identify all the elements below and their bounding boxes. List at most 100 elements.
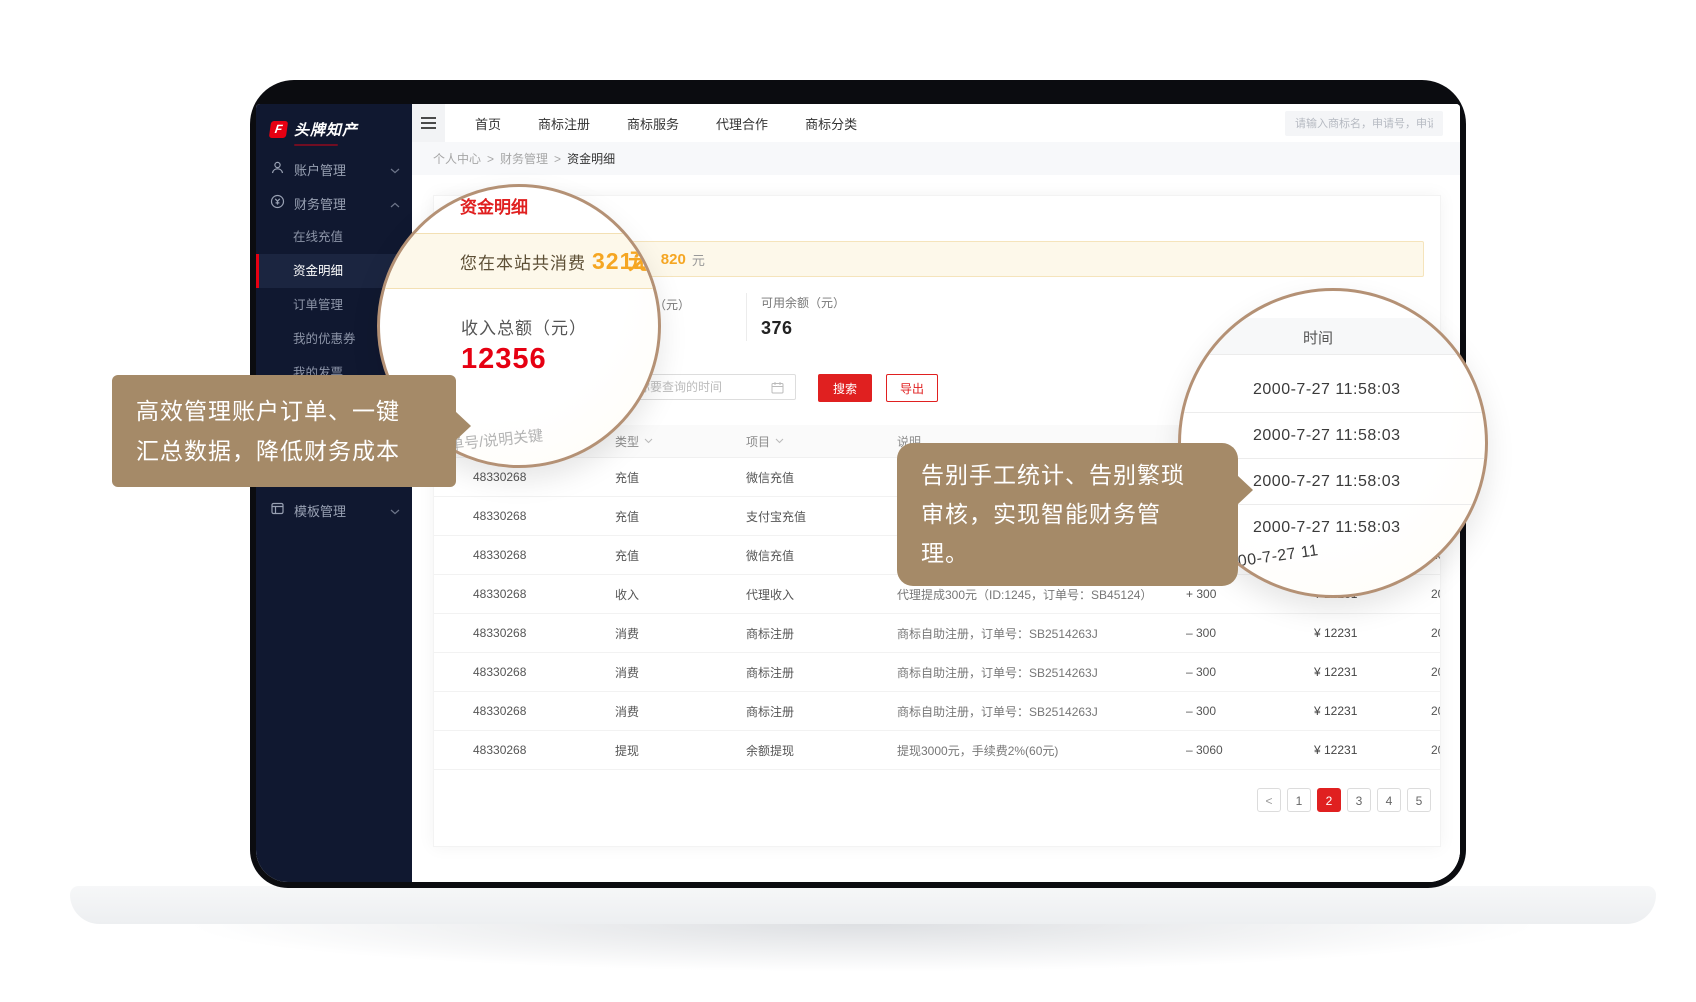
cell-project: 余额提现 [746, 742, 897, 759]
callout-left: 高效管理账户订单、一键 汇总数据，降低财务成本 [112, 375, 456, 487]
cell-order: 48330268 [473, 548, 615, 562]
callout-right: 告别手工统计、告别繁琐 审核，实现智能财务管 理。 [897, 443, 1238, 586]
callout-line: 理。 [921, 534, 1214, 573]
sidebar-item-template[interactable]: 模板管理 [256, 493, 412, 527]
cell-order: 48330268 [473, 704, 615, 718]
cell-balance: ¥ 12231 [1314, 743, 1431, 757]
col-header-label: 项目 [746, 433, 770, 450]
magnified-income-value: 12356 [461, 343, 547, 376]
cell-amount: – 3060 [1186, 743, 1314, 757]
export-button[interactable]: 导出 [886, 374, 938, 402]
callout-line: 高效管理账户订单、一键 [136, 391, 432, 431]
nav-tab-agent[interactable]: 代理合作 [716, 114, 768, 133]
logo-subline [294, 144, 338, 146]
pagination-page-5[interactable]: 5 [1407, 788, 1431, 812]
cell-project: 商标注册 [746, 664, 897, 681]
trademark-search-input[interactable] [1285, 111, 1443, 136]
breadcrumb: 个人中心 > 财务管理 > 资金明细 [412, 142, 1460, 175]
nav-tab-classification[interactable]: 商标分类 [805, 114, 857, 133]
cell-type: 充值 [615, 508, 746, 525]
table-row: 48330268 消费 商标注册 商标自助注册，订单号：SB2514263J –… [434, 614, 1440, 653]
cell-project: 商标注册 [746, 703, 897, 720]
magnified-time-cell: 2000-7-27 11:58:03 [1181, 367, 1485, 413]
cell-time: 2000-7-27 11:58:03 [1431, 665, 1441, 679]
sidebar-item-label: 财务管理 [294, 194, 381, 213]
template-icon [270, 501, 285, 519]
stat-balance: 可用余额（元） 376 [761, 294, 845, 339]
cell-type: 提现 [615, 742, 746, 759]
col-header-type-sortable[interactable]: 类型 [615, 433, 746, 450]
cell-time: 2000-7-27 11:58:03 [1431, 587, 1441, 601]
callout-line: 告别手工统计、告别繁琐 [921, 456, 1214, 495]
logo: F 头牌知产 [256, 104, 412, 142]
cell-project: 支付宝充值 [746, 508, 897, 525]
cell-desc: 商标自助注册，订单号：SB2514263J [897, 703, 1186, 720]
search-button[interactable]: 搜索 [818, 374, 872, 402]
cell-type: 消费 [615, 703, 746, 720]
cell-time: 2000-7-27 11:58:03 [1431, 743, 1441, 757]
chevron-down-icon [390, 162, 400, 177]
cell-desc: 商标自助注册，订单号：SB2514263J [897, 664, 1186, 681]
cell-order: 48330268 [473, 743, 615, 757]
pagination: < 1 2 3 4 5 [1257, 788, 1431, 812]
hamburger-menu-icon[interactable] [412, 104, 445, 142]
stat-value: 376 [761, 318, 845, 339]
sort-chevron-icon [644, 438, 653, 444]
col-header-project-sortable[interactable]: 项目 [746, 433, 897, 450]
cell-project: 商标注册 [746, 625, 897, 642]
cell-order: 48330268 [473, 470, 615, 484]
pagination-page-2-active[interactable]: 2 [1317, 788, 1341, 812]
logo-icon: F [269, 121, 288, 138]
cell-order: 48330268 [473, 509, 615, 523]
page: F 头牌知产 账户管理 [0, 0, 1696, 1002]
breadcrumb-personal-center[interactable]: 个人中心 [433, 150, 481, 167]
cell-project: 代理收入 [746, 586, 897, 603]
breadcrumb-finance[interactable]: 财务管理 [500, 150, 548, 167]
cell-type: 消费 [615, 664, 746, 681]
sidebar-item-account[interactable]: 账户管理 [256, 152, 412, 186]
magnified-income-label: 收入总额（元） [461, 314, 587, 339]
callout-line: 汇总数据，降低财务成本 [136, 431, 432, 471]
sort-chevron-icon [775, 438, 784, 444]
nav-tab-home[interactable]: 首页 [475, 114, 501, 133]
nav-tab-trademark-service[interactable]: 商标服务 [627, 114, 679, 133]
stat-divider [746, 293, 747, 341]
cell-desc: 商标自助注册，订单号：SB2514263J [897, 625, 1186, 642]
cell-order: 48330268 [473, 587, 615, 601]
cell-balance: ¥ 12231 [1314, 704, 1431, 718]
finance-icon [270, 194, 285, 212]
cell-type: 充值 [615, 547, 746, 564]
cell-project: 微信充值 [746, 547, 897, 564]
laptop-base [70, 886, 1656, 924]
banner-amount-2: 820 [661, 251, 686, 268]
cell-project: 微信充值 [746, 469, 897, 486]
sidebar: F 头牌知产 账户管理 [256, 104, 412, 882]
nav-tabs: 首页 商标注册 商标服务 代理合作 商标分类 [475, 114, 857, 133]
stat-label: 可用余额（元） [761, 294, 845, 311]
calendar-icon[interactable] [771, 381, 784, 399]
sidebar-item-finance[interactable]: 财务管理 [256, 186, 412, 220]
breadcrumb-separator: > [554, 152, 561, 166]
sidebar-item-label: 账户管理 [294, 160, 381, 179]
pagination-page-3[interactable]: 3 [1347, 788, 1371, 812]
cell-desc: 提现3000元，手续费2%(60元) [897, 742, 1186, 759]
pagination-page-4[interactable]: 4 [1377, 788, 1401, 812]
magnified-time-header-band: 时间 [1181, 318, 1485, 355]
table-row: 48330268 消费 商标注册 商标自助注册，订单号：SB2514263J –… [434, 653, 1440, 692]
cell-time: 2000-7-27 11:58:03 [1431, 626, 1441, 640]
magnified-banner: 您在本站共消费32124 元 [377, 233, 661, 289]
table-row: 48330268 消费 商标注册 商标自助注册，订单号：SB2514263J –… [434, 692, 1440, 731]
cell-balance: ¥ 12231 [1314, 626, 1431, 640]
pagination-page-1[interactable]: 1 [1287, 788, 1311, 812]
breadcrumb-separator: > [487, 152, 494, 166]
pagination-prev[interactable]: < [1257, 788, 1281, 812]
cell-type: 收入 [615, 586, 746, 603]
cell-order: 48330268 [473, 665, 615, 679]
magnified-time-header: 时间 [1303, 327, 1333, 348]
cell-type: 充值 [615, 469, 746, 486]
top-navbar: 首页 商标注册 商标服务 代理合作 商标分类 [412, 104, 1460, 142]
nav-tab-trademark-register[interactable]: 商标注册 [538, 114, 590, 133]
cell-amount: – 300 [1186, 665, 1314, 679]
cell-time: 2000-7-27 11:58:03 [1431, 704, 1441, 718]
magnified-banner-amount: 32124 [592, 248, 661, 274]
